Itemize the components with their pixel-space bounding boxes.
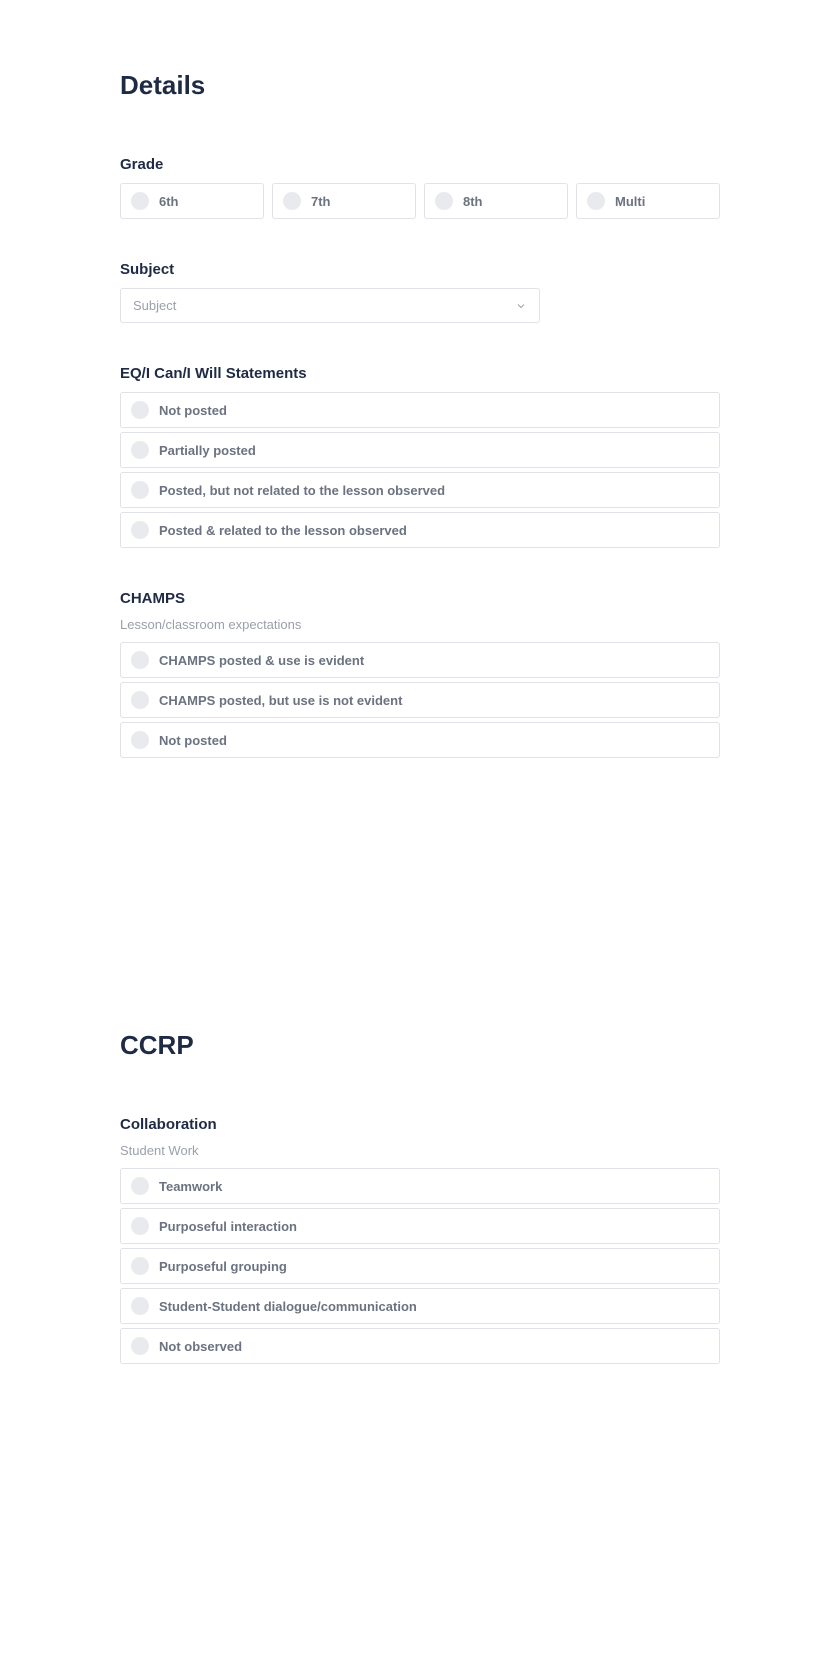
subject-group: Subject Subject: [120, 261, 720, 323]
grade-group: Grade 6th 7th 8th Multi: [120, 156, 720, 219]
radio-icon: [131, 1177, 149, 1195]
radio-icon: [131, 691, 149, 709]
champs-option-text: CHAMPS posted, but use is not evident: [159, 693, 402, 708]
collab-option-teamwork[interactable]: Teamwork: [120, 1168, 720, 1204]
collab-option-purposeful-grouping[interactable]: Purposeful grouping: [120, 1248, 720, 1284]
radio-icon: [131, 192, 149, 210]
radio-icon: [435, 192, 453, 210]
champs-sublabel: Lesson/classroom expectations: [120, 617, 720, 632]
eq-group: EQ/I Can/I Will Statements Not posted Pa…: [120, 365, 720, 548]
collab-option-text: Teamwork: [159, 1179, 222, 1194]
eq-option-not-posted[interactable]: Not posted: [120, 392, 720, 428]
collaboration-group: Collaboration Student Work Teamwork Purp…: [120, 1116, 720, 1364]
details-title: Details: [120, 70, 720, 101]
chevron-down-icon: [515, 300, 527, 312]
radio-icon: [131, 1217, 149, 1235]
grade-option-text: 8th: [463, 194, 483, 209]
grade-option-8th[interactable]: 8th: [424, 183, 568, 219]
champs-group: CHAMPS Lesson/classroom expectations CHA…: [120, 590, 720, 758]
grade-label: Grade: [120, 156, 720, 173]
radio-icon: [587, 192, 605, 210]
subject-label: Subject: [120, 261, 720, 278]
champs-option-posted-not-evident[interactable]: CHAMPS posted, but use is not evident: [120, 682, 720, 718]
eq-option-text: Posted & related to the lesson observed: [159, 523, 407, 538]
collab-option-not-observed[interactable]: Not observed: [120, 1328, 720, 1364]
grade-option-6th[interactable]: 6th: [120, 183, 264, 219]
radio-icon: [131, 1297, 149, 1315]
eq-option-text: Partially posted: [159, 443, 256, 458]
eq-label: EQ/I Can/I Will Statements: [120, 365, 720, 382]
champs-option-text: Not posted: [159, 733, 227, 748]
eq-option-posted-related[interactable]: Posted & related to the lesson observed: [120, 512, 720, 548]
collab-option-text: Purposeful interaction: [159, 1219, 297, 1234]
eq-option-partially-posted[interactable]: Partially posted: [120, 432, 720, 468]
champs-option-posted-evident[interactable]: CHAMPS posted & use is evident: [120, 642, 720, 678]
eq-option-text: Posted, but not related to the lesson ob…: [159, 483, 445, 498]
grade-option-text: 7th: [311, 194, 331, 209]
radio-icon: [131, 651, 149, 669]
collab-option-student-dialogue[interactable]: Student-Student dialogue/communication: [120, 1288, 720, 1324]
grade-option-text: Multi: [615, 194, 645, 209]
champs-option-not-posted[interactable]: Not posted: [120, 722, 720, 758]
radio-icon: [131, 481, 149, 499]
ccrp-title: CCRP: [120, 1030, 720, 1061]
grade-option-7th[interactable]: 7th: [272, 183, 416, 219]
grade-option-text: 6th: [159, 194, 179, 209]
eq-option-text: Not posted: [159, 403, 227, 418]
radio-icon: [131, 441, 149, 459]
radio-icon: [283, 192, 301, 210]
champs-label: CHAMPS: [120, 590, 720, 607]
champs-option-text: CHAMPS posted & use is evident: [159, 653, 364, 668]
collab-option-text: Purposeful grouping: [159, 1259, 287, 1274]
collaboration-sublabel: Student Work: [120, 1143, 720, 1158]
subject-select[interactable]: Subject: [120, 288, 540, 323]
radio-icon: [131, 1337, 149, 1355]
subject-placeholder: Subject: [133, 298, 176, 313]
collab-option-purposeful-interaction[interactable]: Purposeful interaction: [120, 1208, 720, 1244]
collaboration-label: Collaboration: [120, 1116, 720, 1133]
radio-icon: [131, 521, 149, 539]
eq-option-posted-not-related[interactable]: Posted, but not related to the lesson ob…: [120, 472, 720, 508]
grade-option-multi[interactable]: Multi: [576, 183, 720, 219]
radio-icon: [131, 401, 149, 419]
collab-option-text: Student-Student dialogue/communication: [159, 1299, 417, 1314]
radio-icon: [131, 731, 149, 749]
collab-option-text: Not observed: [159, 1339, 242, 1354]
radio-icon: [131, 1257, 149, 1275]
